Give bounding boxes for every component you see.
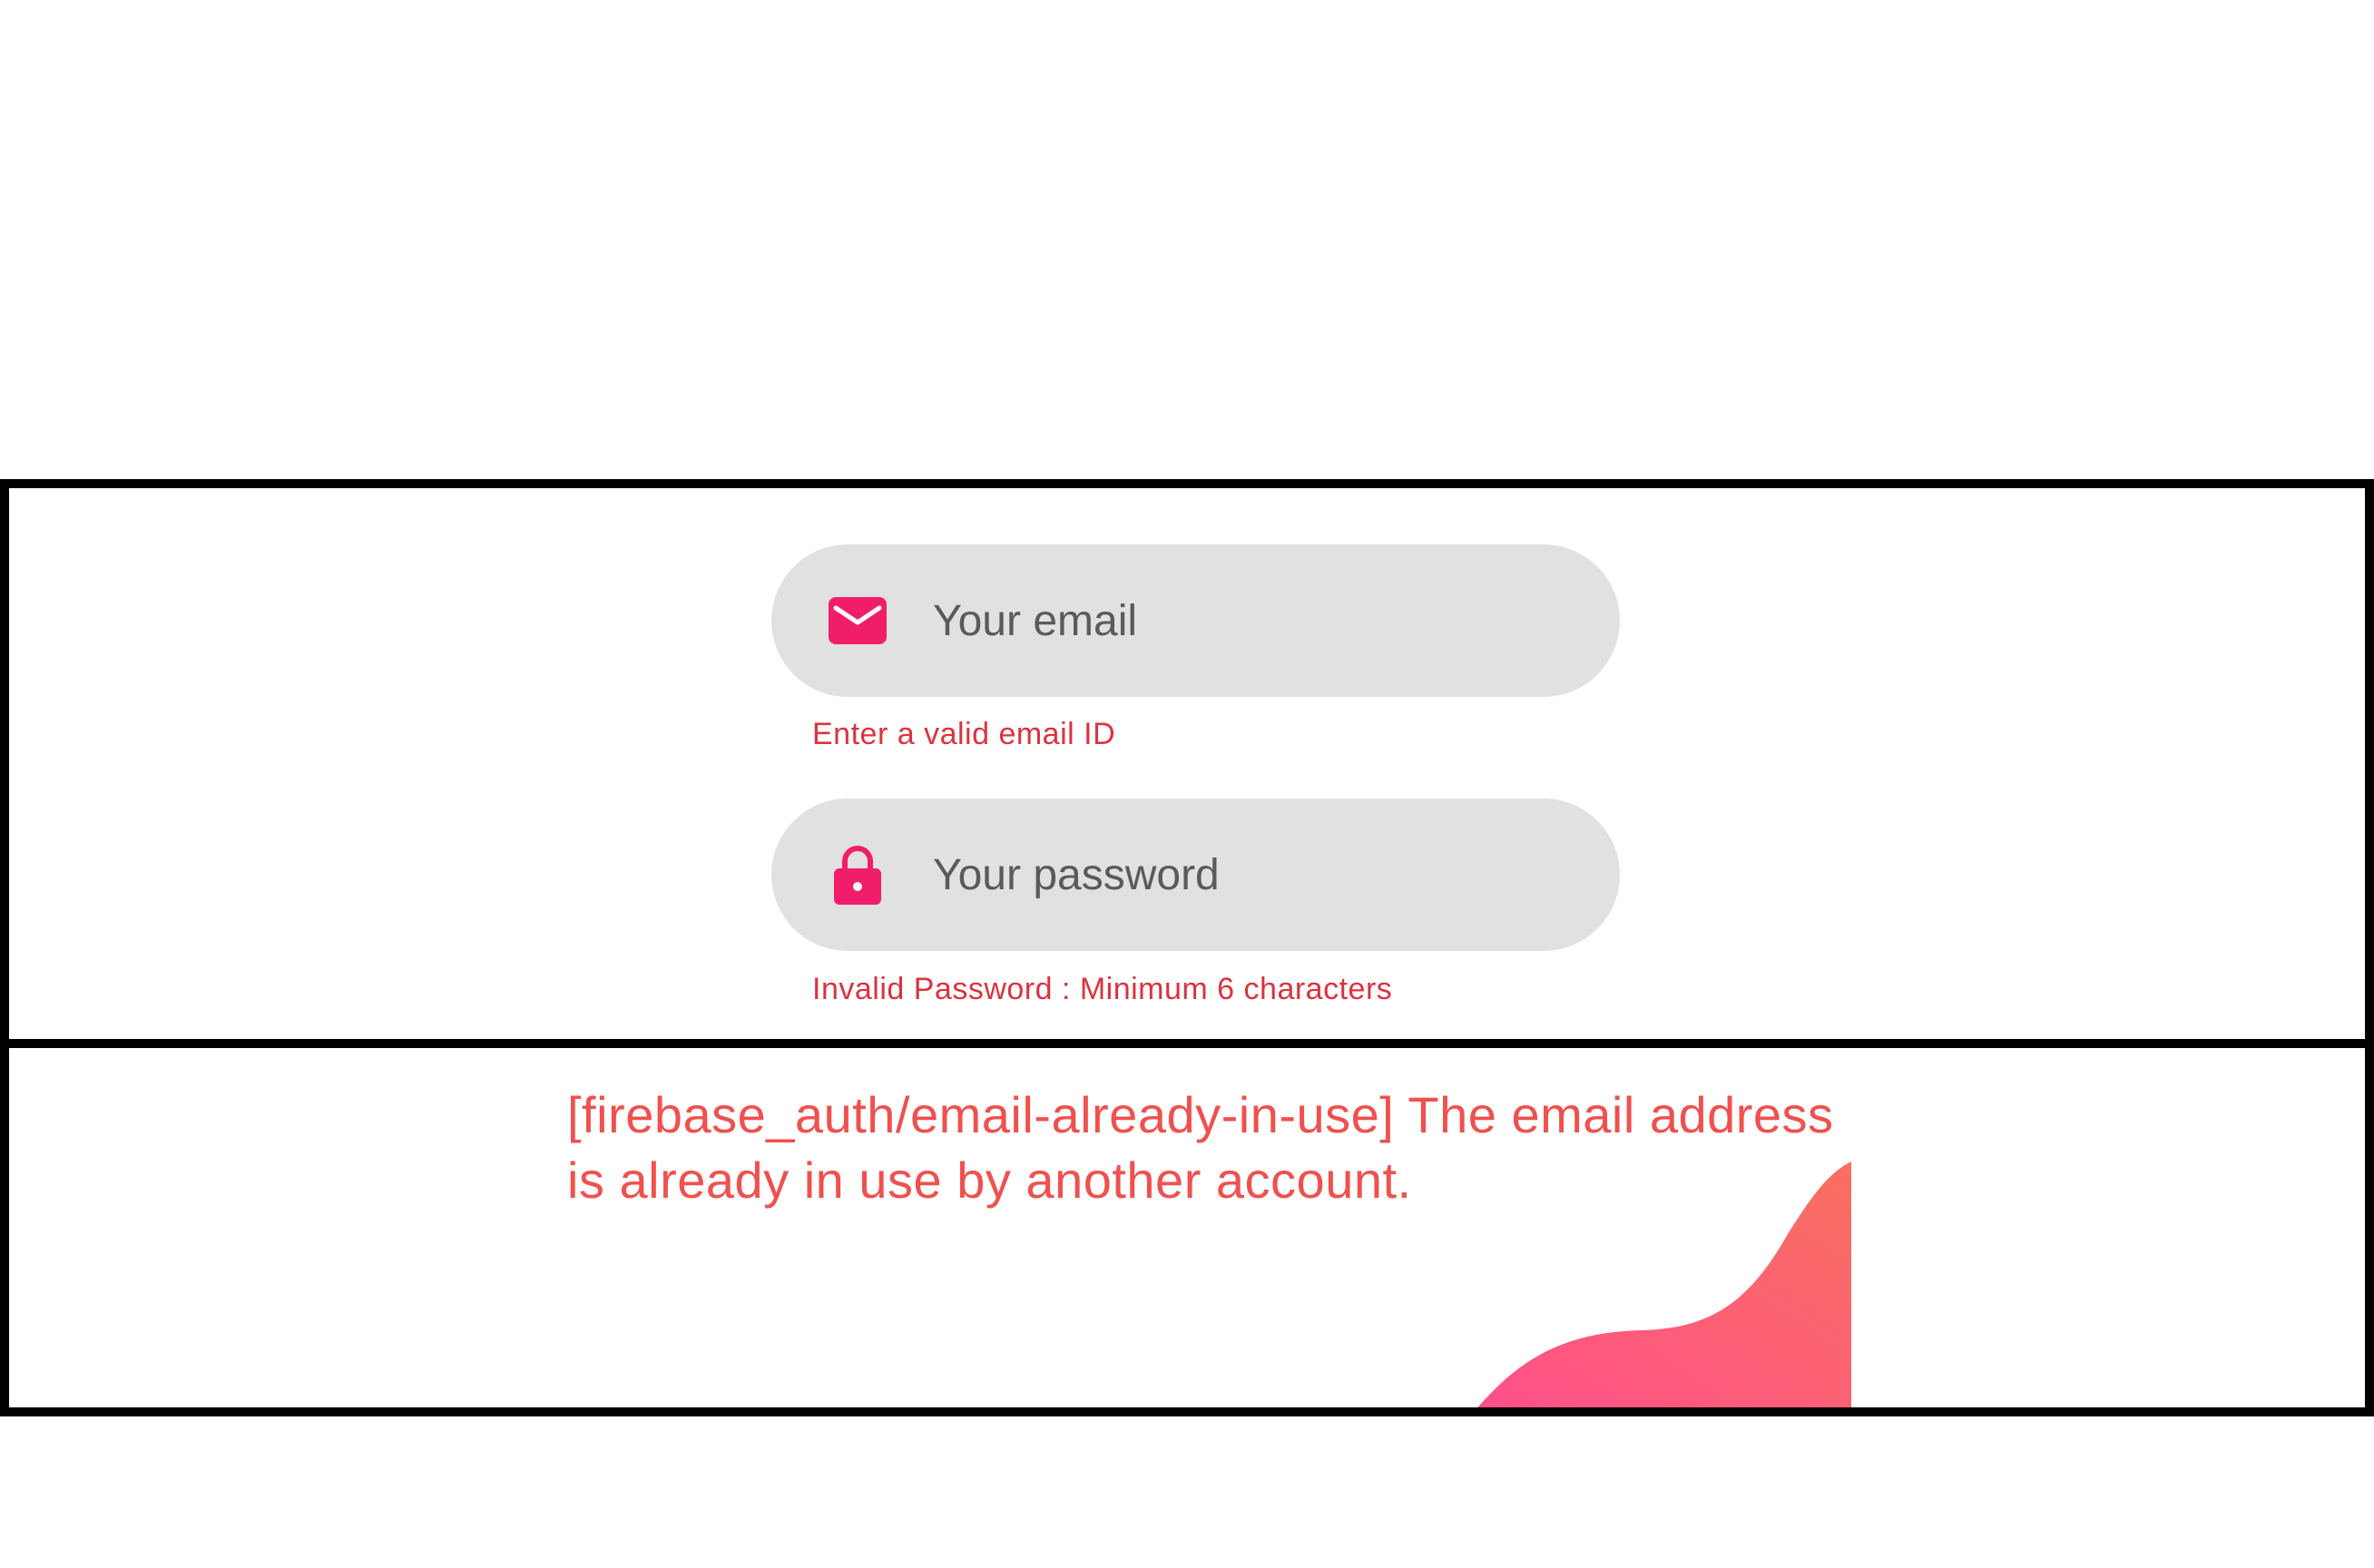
auth-error-panel: [firebase_auth/email-already-in-use] The… xyxy=(0,1039,2374,1416)
lock-icon xyxy=(826,843,889,906)
password-field[interactable] xyxy=(771,799,1620,951)
password-input[interactable] xyxy=(933,849,1568,900)
login-form-panel: Enter a valid email ID Invalid Password … xyxy=(0,479,2374,1048)
email-input[interactable] xyxy=(933,595,1568,646)
password-error-text: Invalid Password : Minimum 6 characters xyxy=(812,972,1393,1006)
mail-icon xyxy=(826,589,889,652)
email-error-text: Enter a valid email ID xyxy=(812,717,1116,751)
email-field[interactable] xyxy=(771,544,1620,697)
screenshot-canvas: Enter a valid email ID Invalid Password … xyxy=(0,0,2374,1568)
decorative-wave-shape xyxy=(1477,1161,1851,1407)
